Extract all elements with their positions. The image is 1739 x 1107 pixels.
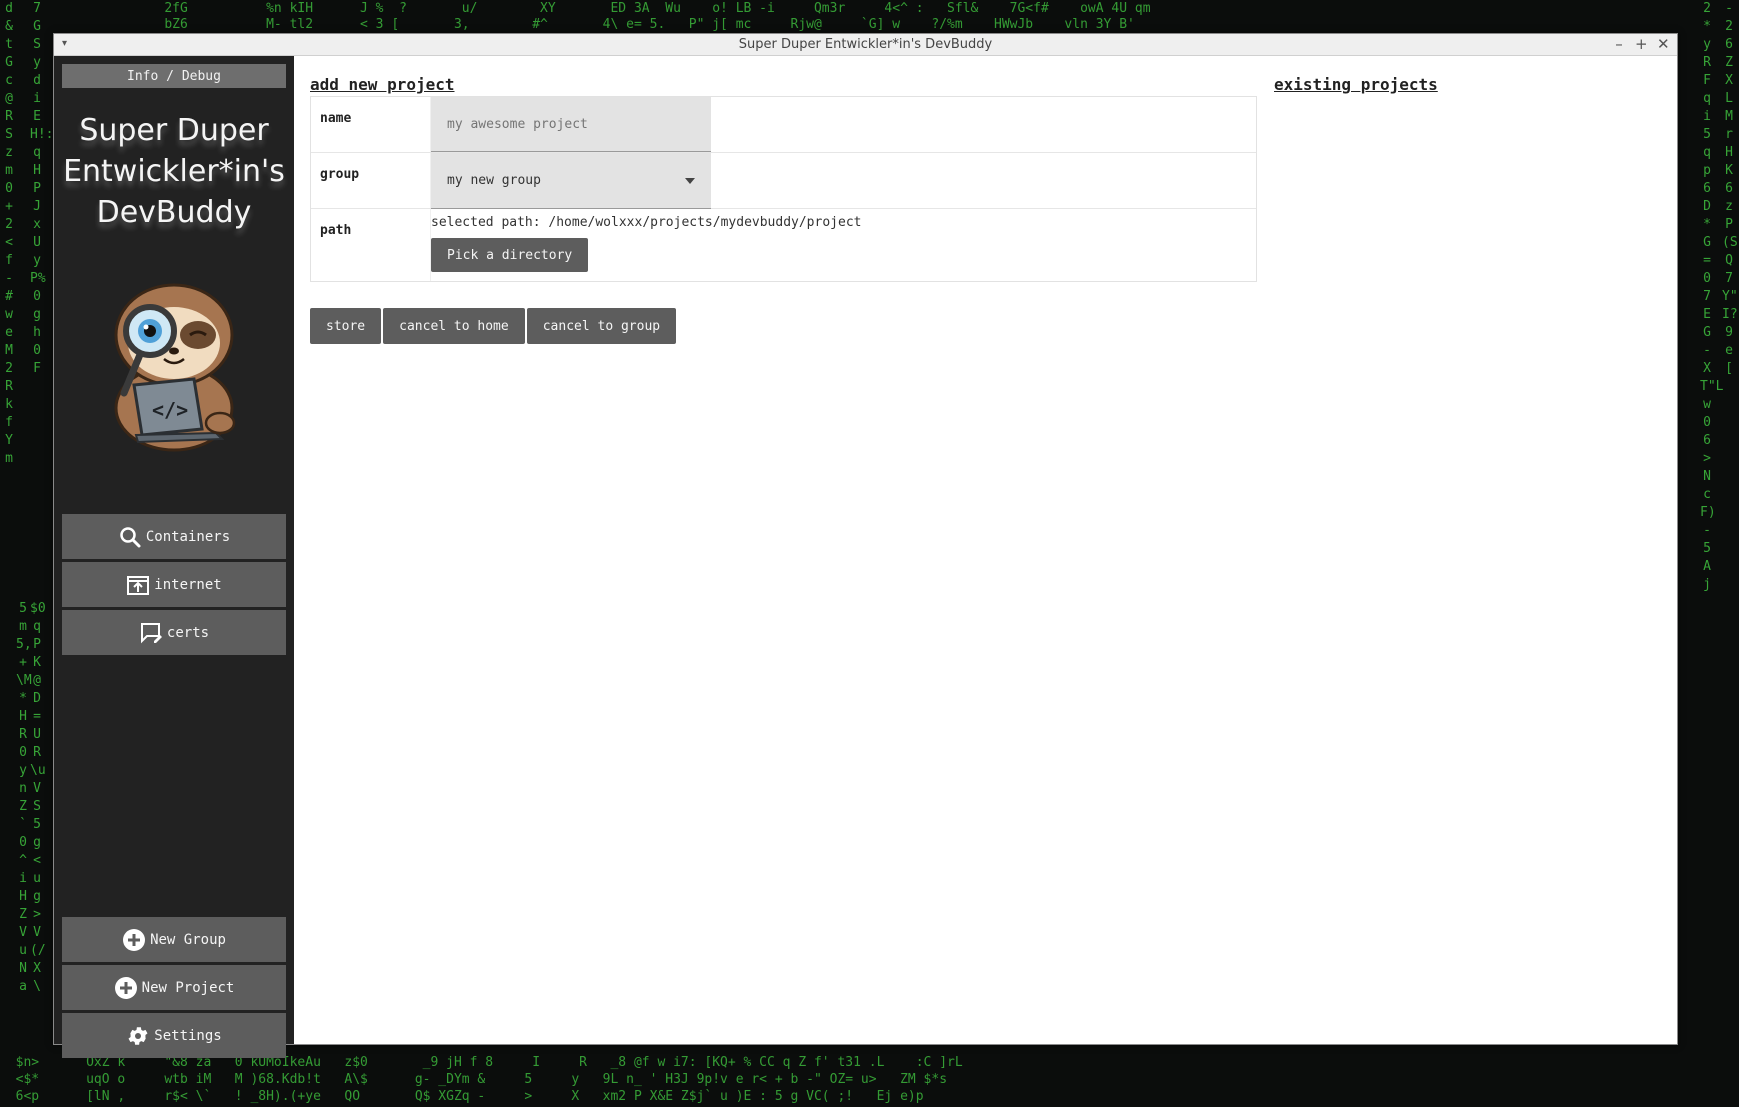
chevron-down-icon — [685, 177, 695, 184]
nav-label: internet — [154, 576, 222, 593]
nav-label: Containers — [145, 528, 231, 545]
nav-label: certs — [166, 624, 210, 641]
nav-label: Settings — [154, 1027, 222, 1044]
name-label: name — [311, 97, 431, 152]
plus-circle-icon — [114, 976, 137, 999]
search-icon — [120, 526, 141, 547]
project-name-input[interactable] — [431, 97, 711, 152]
nav-top: Containers internet certs — [62, 514, 286, 658]
project-form: name group my new group path — [310, 96, 1257, 282]
group-value: my new group — [431, 153, 1256, 209]
form-row-name: name — [311, 97, 1256, 153]
pick-directory-button[interactable]: Pick a directory — [431, 238, 589, 272]
form-row-path: path selected path: /home/wolxxx/project… — [311, 209, 1256, 281]
sidebar: Info / Debug Super Duper Entwickler*in's… — [54, 56, 294, 1058]
cancel-to-home-button[interactable]: cancel to home — [383, 308, 525, 344]
window-title: Super Duper Entwickler*in's DevBuddy — [738, 37, 993, 52]
gear-icon — [128, 1026, 148, 1045]
matrix-row: bZ6 M- tl2 < 3 [ 3, #^ 4\ e= 5. P" j[ mc… — [0, 17, 1135, 32]
form-row-group: group my new group — [311, 153, 1256, 209]
nav-bottom: New Group New Project Settings — [62, 917, 286, 1061]
group-select-value: my new group — [447, 173, 541, 188]
new-project-button[interactable]: New Project — [62, 965, 286, 1010]
path-label: path — [311, 209, 431, 281]
selected-path-text: selected path: /home/wolxxx/projects/myd… — [431, 215, 862, 230]
form-actions: store cancel to home cancel to group — [310, 308, 677, 344]
matrix-column: $0qPK@D=UR\uVS5g<ug>V(/X\ — [30, 601, 46, 994]
group-select[interactable]: my new group — [431, 153, 711, 209]
window-menu-icon[interactable]: ▾ — [62, 38, 67, 49]
matrix-row: <$* uqO o wtb iM M )68.Kdb!t A\$ g- _DYm… — [0, 1072, 948, 1087]
nav-label: New Project — [141, 979, 235, 996]
matrix-column: 7GSydiEH!:qHPJxUyP%0gh0F — [30, 1, 54, 376]
info-debug-button[interactable]: Info / Debug — [62, 64, 286, 88]
main-panel: add new project existing projects name g… — [294, 56, 1677, 1044]
svg-text:</>: </> — [152, 398, 188, 422]
app-title-line: Super Duper — [79, 113, 269, 148]
cancel-to-group-button[interactable]: cancel to group — [526, 308, 677, 344]
close-icon[interactable]: ✕ — [1657, 35, 1670, 53]
add-project-title: add new project — [310, 75, 455, 94]
app-window: ▾ Super Duper Entwickler*in's DevBuddy –… — [53, 33, 1678, 1058]
nav-containers-button[interactable]: Containers — [62, 514, 286, 559]
matrix-column: 5m5,+\M*HR0ynZ`0^iHZVuNa — [16, 601, 32, 994]
titlebar: ▾ Super Duper Entwickler*in's DevBuddy –… — [54, 34, 1677, 56]
sloth-mascot-icon: </> — [114, 283, 236, 452]
store-button[interactable]: store — [310, 308, 382, 344]
window-controls: – + ✕ — [1613, 35, 1669, 53]
app-title: Super Duper Entwickler*in's DevBuddy — [62, 110, 286, 233]
new-group-button[interactable]: New Group — [62, 917, 286, 962]
nav-label: New Group — [150, 931, 226, 948]
path-value: selected path: /home/wolxxx/projects/myd… — [431, 209, 1256, 281]
nav-internet-button[interactable]: internet — [62, 562, 286, 607]
window-content: Info / Debug Super Duper Entwickler*in's… — [54, 56, 1677, 1058]
upload-window-icon — [127, 575, 150, 595]
matrix-row: 2fG %n kIH J % ? u/ XY ED 3A Wu o! LB -i… — [0, 1, 1151, 16]
name-value — [431, 97, 1256, 152]
minimize-icon[interactable]: – — [1613, 35, 1625, 53]
plus-circle-icon — [123, 928, 146, 951]
settings-button[interactable]: Settings — [62, 1013, 286, 1058]
chat-edit-icon — [140, 622, 162, 643]
matrix-column: -26ZXLMrHK6zP(SQ7Y"?I?9e[ — [1722, 1, 1739, 376]
matrix-row: 6<p [lN , r$< \` ! _8H).(+ye QO Q$ XGZq … — [0, 1089, 924, 1104]
app-title-line: DevBuddy — [96, 195, 252, 230]
nav-certs-button[interactable]: certs — [62, 610, 286, 655]
matrix-column: d&tGc@RSzm0+2<f-#weM2RkfYm — [5, 1, 13, 466]
maximize-icon[interactable]: + — [1635, 35, 1648, 53]
group-label: group — [311, 153, 431, 208]
matrix-column: 2*yRFqi5qp6D*G=07EG-XT"Lw06>NcF)-5Aj — [1700, 1, 1724, 592]
app-title-line: Entwickler*in's — [63, 154, 285, 189]
existing-projects-title: existing projects — [1274, 75, 1438, 94]
